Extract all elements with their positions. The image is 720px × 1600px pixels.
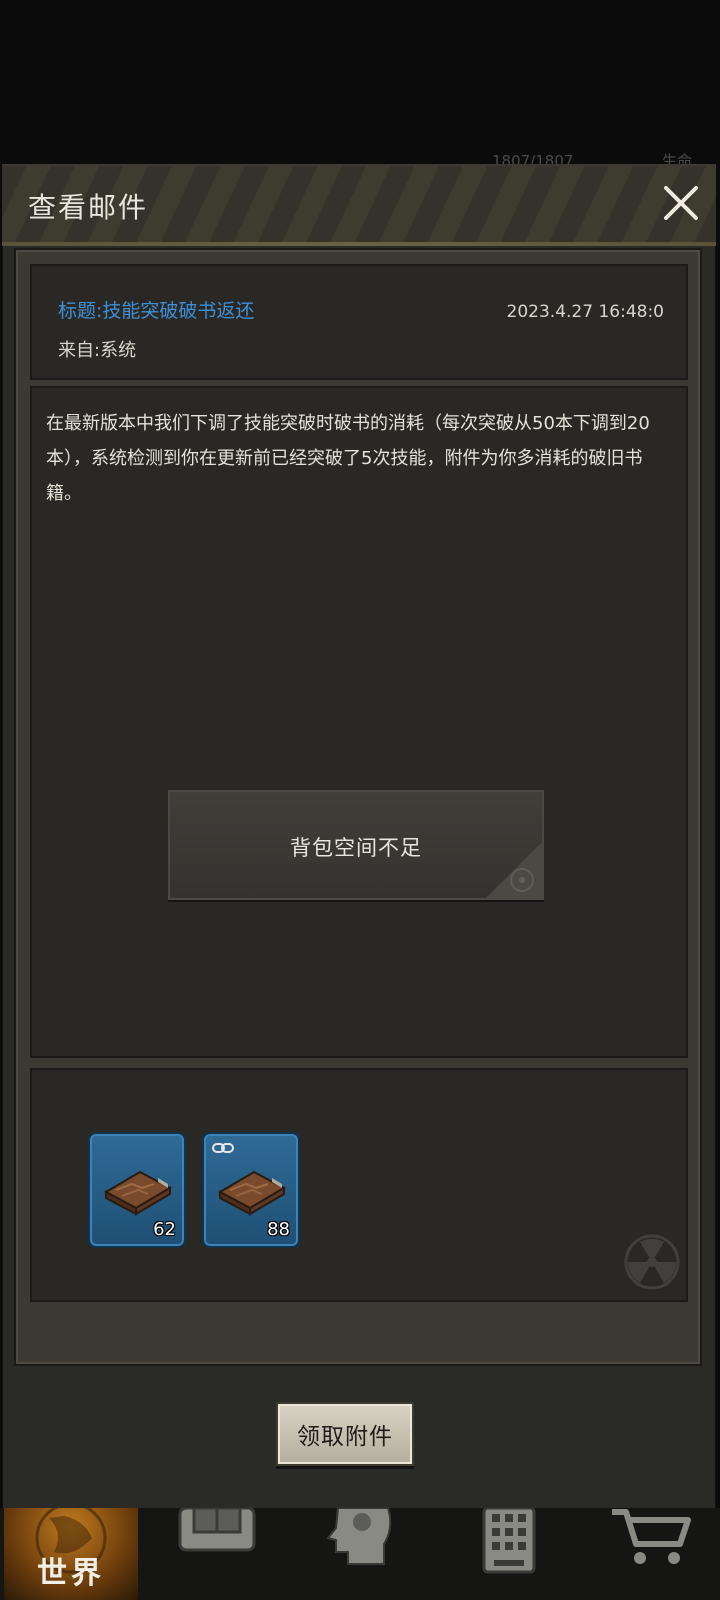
modal-title: 查看邮件 (28, 191, 149, 224)
old-book-icon (217, 1170, 287, 1216)
bottom-nav: 世界 (0, 1506, 720, 1600)
head-gear-icon (326, 1507, 392, 1565)
cart-icon (612, 1509, 691, 1564)
nav-craft-tab[interactable] (464, 1506, 554, 1588)
nav-world-label: 世界 (37, 1556, 105, 1591)
close-icon (664, 186, 698, 220)
claim-attachments-button[interactable]: 领取附件 (276, 1402, 414, 1466)
mail-subject: 标题:技能突破破书返还 (58, 300, 255, 322)
mail-timestamp: 2023.4.27 16:48:0 (506, 302, 664, 322)
nav-shop-tab[interactable] (606, 1508, 696, 1588)
link-icon (212, 1143, 234, 1153)
nav-backpack-tab[interactable] (172, 1506, 262, 1588)
attachment-count: 62 (153, 1219, 176, 1240)
old-book-icon (103, 1170, 173, 1216)
attachment-slot[interactable]: 62 (88, 1132, 186, 1248)
modal-header: 查看邮件 (2, 166, 716, 246)
radiation-icon (624, 1234, 680, 1290)
nav-world-tab[interactable]: 世界 (4, 1508, 138, 1600)
close-button[interactable] (658, 180, 704, 226)
radiation-icon (486, 842, 542, 898)
mail-body-text: 在最新版本中我们下调了技能突破时破书的消耗（每次突破从50本下调到20本），系统… (46, 413, 650, 504)
mail-sender: 来自:系统 (58, 340, 137, 361)
mail-info-box: 标题:技能突破破书返还 来自:系统 2023.4.27 16:48:0 (30, 264, 688, 380)
attachments-box: 62 88 (30, 1068, 688, 1302)
mail-body-box[interactable]: 在最新版本中我们下调了技能突破时破书的消耗（每次突破从50本下调到20本），系统… (30, 386, 688, 1058)
attachment-slot[interactable]: 88 (202, 1132, 300, 1248)
backpack-icon (178, 1506, 256, 1552)
attachment-count: 88 (267, 1219, 290, 1240)
calculator-icon (482, 1506, 536, 1574)
toast-notification: 背包空间不足 (168, 790, 544, 900)
nav-skills-tab[interactable] (318, 1507, 408, 1588)
